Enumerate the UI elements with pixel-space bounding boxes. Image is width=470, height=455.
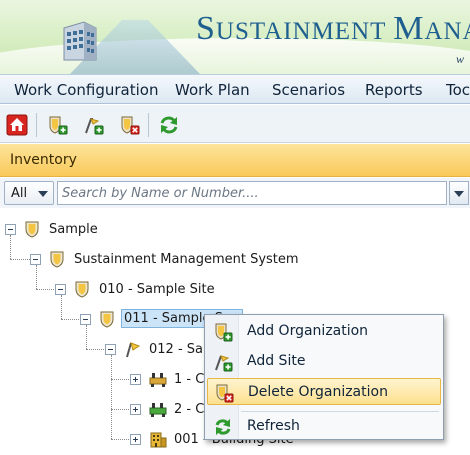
toolbar (0, 105, 470, 143)
organization-icon (25, 221, 39, 238)
brand-title: SUSTAINMENT MANAGEM (196, 10, 470, 48)
menu-item-label: Add Site (247, 353, 306, 369)
menu-reports[interactable]: Reports (365, 81, 423, 99)
add-organization-icon[interactable] (46, 114, 68, 136)
menu-scenarios[interactable]: Scenarios (272, 81, 345, 99)
filter-dropdown[interactable]: All (4, 181, 54, 205)
toolbar-separator (36, 113, 37, 137)
menu-work-configuration[interactable]: Work Configuration (14, 81, 158, 99)
add-site-icon[interactable] (82, 114, 104, 136)
menu-item-refresh[interactable]: Refresh (207, 413, 441, 440)
expand-toggle[interactable] (130, 404, 141, 415)
brand-rest1: USTAINMENT (215, 18, 394, 45)
context-menu-separator (241, 411, 439, 412)
collapse-toggle[interactable] (5, 224, 16, 235)
tree-connector (36, 265, 37, 289)
inventory-title: Inventory (10, 152, 77, 168)
pavement-icon (149, 373, 167, 387)
context-menu: Add Organization Add Site Delete Organiz… (204, 314, 444, 440)
brand-cap1: S (196, 10, 216, 47)
tree-connector (111, 439, 131, 440)
building-icon (150, 432, 167, 448)
collapse-toggle[interactable] (105, 344, 116, 355)
organization-icon (100, 311, 114, 328)
tree-connector (86, 325, 87, 349)
tree-connector (10, 235, 11, 259)
tree-connector (111, 409, 131, 410)
tree-node-label[interactable]: Sample (49, 222, 98, 237)
search-input[interactable] (57, 181, 447, 205)
tree-node-label[interactable]: 1 - C (174, 372, 204, 387)
chevron-down-icon (454, 191, 464, 197)
tree-node-label[interactable]: 2 - C (174, 402, 204, 417)
home-icon[interactable] (6, 114, 28, 136)
add-site-icon (215, 355, 233, 372)
toolbar-separator (148, 113, 149, 137)
tree-node-label[interactable]: 012 - Sa (149, 342, 203, 357)
tree-connector (61, 295, 62, 319)
pavement-icon (149, 403, 167, 417)
search-row: All (0, 178, 470, 208)
menu-work-plan[interactable]: Work Plan (175, 81, 250, 99)
menu-tools[interactable]: Toc (446, 81, 470, 99)
collapse-toggle[interactable] (80, 314, 91, 325)
tree-node-label[interactable]: Sustainment Management System (74, 252, 299, 267)
menu-item-delete-organization[interactable]: Delete Organization (207, 378, 441, 405)
site-flag-icon (126, 342, 141, 358)
delete-organization-icon (216, 384, 234, 403)
menu-item-label: Refresh (247, 418, 300, 434)
chevron-down-icon (38, 191, 48, 197)
expand-toggle[interactable] (130, 434, 141, 445)
tree-node-label[interactable]: 010 - Sample Site (99, 282, 215, 297)
collapse-toggle[interactable] (30, 254, 41, 265)
refresh-icon (215, 419, 231, 435)
tree-connector (111, 355, 112, 439)
filter-value: All (11, 186, 28, 201)
tree-connector (111, 379, 131, 380)
organization-icon (50, 251, 64, 268)
menu-bar: Work Configuration Work Plan Scenarios R… (0, 74, 470, 104)
tree-connector (86, 349, 106, 350)
expand-toggle[interactable] (130, 374, 141, 385)
collapse-toggle[interactable] (55, 284, 66, 295)
brand-rest2: ANAGEM (424, 18, 470, 45)
inventory-header: Inventory (0, 144, 470, 177)
add-organization-icon (215, 323, 233, 342)
menu-item-label: Add Organization (247, 323, 369, 339)
building-logo-icon (63, 21, 97, 61)
menu-item-label: Delete Organization (248, 384, 388, 400)
app-banner: SUSTAINMENT MANAGEM w (0, 0, 470, 74)
delete-organization-icon[interactable] (118, 114, 140, 136)
refresh-icon[interactable] (158, 114, 180, 136)
menu-item-add-site[interactable]: Add Site (207, 348, 441, 375)
tree-connector (61, 319, 81, 320)
tree-connector (36, 289, 56, 290)
search-dropdown-button[interactable] (449, 181, 469, 205)
brand-cap2: M (393, 10, 425, 47)
tree-connector (10, 259, 30, 260)
brand-subtitle: w (456, 52, 465, 66)
menu-item-add-organization[interactable]: Add Organization (207, 318, 441, 345)
organization-icon (75, 281, 89, 298)
